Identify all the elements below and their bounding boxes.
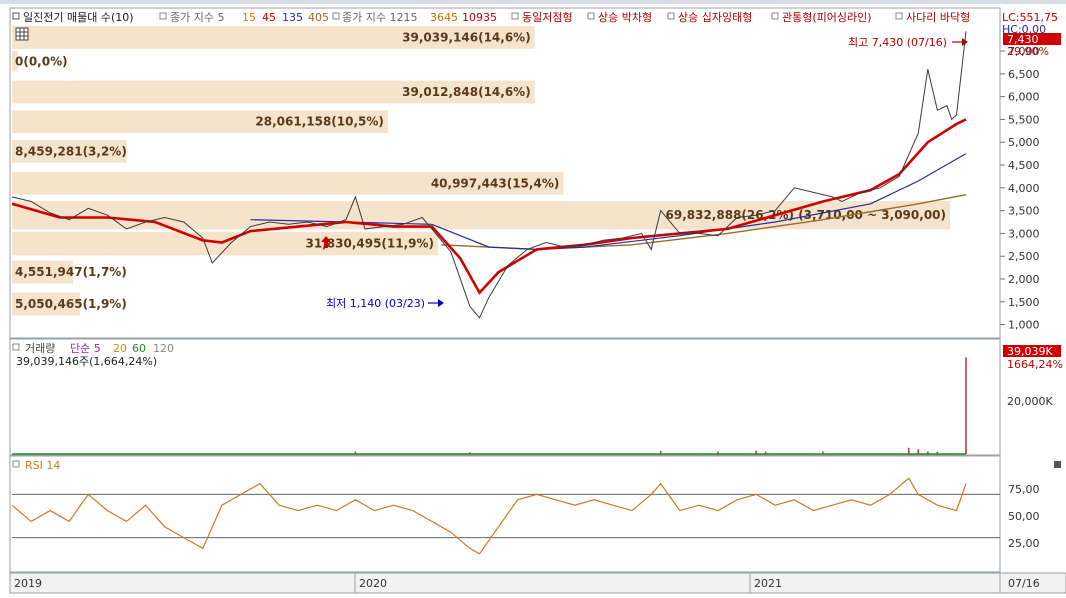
- stock-chart[interactable]: 39,039,146(14,6%) 0(0,0%) 39,012,848(14,6%…: [0, 0, 1066, 598]
- date-label-2021: 2021: [754, 577, 782, 590]
- rsi-axis-tick-label: 50,00: [1008, 510, 1040, 523]
- price-axis-tick-label: 2,000: [1008, 273, 1040, 286]
- volume-profile-label: 69,832,888(26,2%) (3,710,00 ~ 3,090,00): [666, 208, 947, 222]
- volume-profile-label: 40,997,443(15,4%): [431, 176, 560, 190]
- price-axis-tick-label: 2,500: [1008, 250, 1040, 263]
- legend-ma-label[interactable]: 종가 지수 5: [170, 11, 224, 24]
- grid-toggle-icon[interactable]: [15, 27, 29, 41]
- current-volume-change: 1664,24%: [1007, 358, 1063, 371]
- volume-profile-label: 39,039,146(14,6%): [402, 30, 531, 44]
- volume-value-text: 39,039,146주(1,664,24%): [16, 355, 157, 368]
- price-axis-tick-label: 4,000: [1008, 182, 1040, 195]
- legend-ma2-label[interactable]: 종가 지수 1215: [342, 11, 417, 24]
- volume-legend-120[interactable]: 120: [153, 342, 174, 355]
- legend-ma-405[interactable]: 405: [308, 11, 329, 24]
- date-label-2020: 2020: [359, 577, 387, 590]
- volume-legend-20[interactable]: 20: [113, 342, 127, 355]
- pattern-label[interactable]: 동일저점형: [522, 10, 573, 24]
- price-axis-tick-label: 4,500: [1008, 159, 1040, 172]
- date-axis-bar: [9, 572, 1066, 594]
- volume-profile-label: 4,551,947(1,7%): [15, 265, 127, 279]
- price-axis-tick-label: 1,500: [1008, 296, 1040, 309]
- pattern-label[interactable]: 상승 십자잉태형: [678, 11, 752, 24]
- pattern-label[interactable]: 상승 박차형: [598, 11, 652, 24]
- volume-axis-tick: 20,000K: [1007, 395, 1053, 408]
- legend-ma-45[interactable]: 45: [262, 11, 276, 24]
- volume-profile-label: 39,012,848(14,6%): [402, 85, 531, 99]
- panel-menu-icon[interactable]: [1054, 461, 1061, 468]
- date-end-label: 07/16: [1008, 577, 1040, 590]
- current-change: 29,90%: [1007, 45, 1049, 58]
- volume-profile-label: 8,459,281(3,2%): [15, 144, 127, 158]
- price-axis-tick-label: 3,500: [1008, 205, 1040, 218]
- volume-profile-label: 5,050,465(1,9%): [15, 297, 127, 311]
- legend-ma-3645[interactable]: 3645: [430, 11, 458, 24]
- pattern-label[interactable]: 관통형(피어싱라인): [782, 11, 872, 24]
- price-axis-tick-label: 1,000: [1008, 319, 1040, 332]
- price-axis-tick-label: 6,000: [1008, 91, 1040, 104]
- legend-ma-10935[interactable]: 10935: [462, 11, 497, 24]
- date-label-2019: 2019: [14, 577, 42, 590]
- current-volume: 39,039K: [1007, 345, 1053, 358]
- rsi-legend[interactable]: RSI 14: [25, 459, 60, 472]
- price-axis-tick-label: 6,500: [1008, 68, 1040, 81]
- price-axis: 7,0006,5006,0005,5005,0004,5004,0003,500…: [1000, 45, 1040, 332]
- price-axis-tick-label: 3,000: [1008, 227, 1040, 240]
- legend-title[interactable]: 일진전기 매물대 수(10): [23, 10, 134, 24]
- price-axis-tick-label: 5,500: [1008, 113, 1040, 126]
- price-axis-tick-label: 5,000: [1008, 136, 1040, 149]
- high-annotation: 최고 7,430 (07/16): [848, 36, 947, 49]
- legend-ma-135[interactable]: 135: [282, 11, 303, 24]
- pattern-label[interactable]: 사다리 바닥형: [906, 11, 970, 24]
- volume-legend-title[interactable]: 거래량: [25, 342, 55, 355]
- rsi-panel[interactable]: [9, 455, 1001, 573]
- rsi-axis-tick-label: 75,00: [1008, 483, 1040, 496]
- rsi-axis-tick-label: 25,00: [1008, 537, 1040, 550]
- volume-legend-ma[interactable]: 단순 5: [70, 342, 101, 355]
- volume-legend-60[interactable]: 60: [132, 342, 146, 355]
- low-annotation: 최저 1,140 (03/23): [326, 297, 425, 310]
- legend-ma-15[interactable]: 15: [242, 11, 256, 24]
- volume-profile-label: 0(0,0%): [15, 54, 68, 68]
- volume-profile-label: 28,061,158(10,5%): [255, 115, 384, 129]
- volume-panel[interactable]: [9, 338, 1001, 456]
